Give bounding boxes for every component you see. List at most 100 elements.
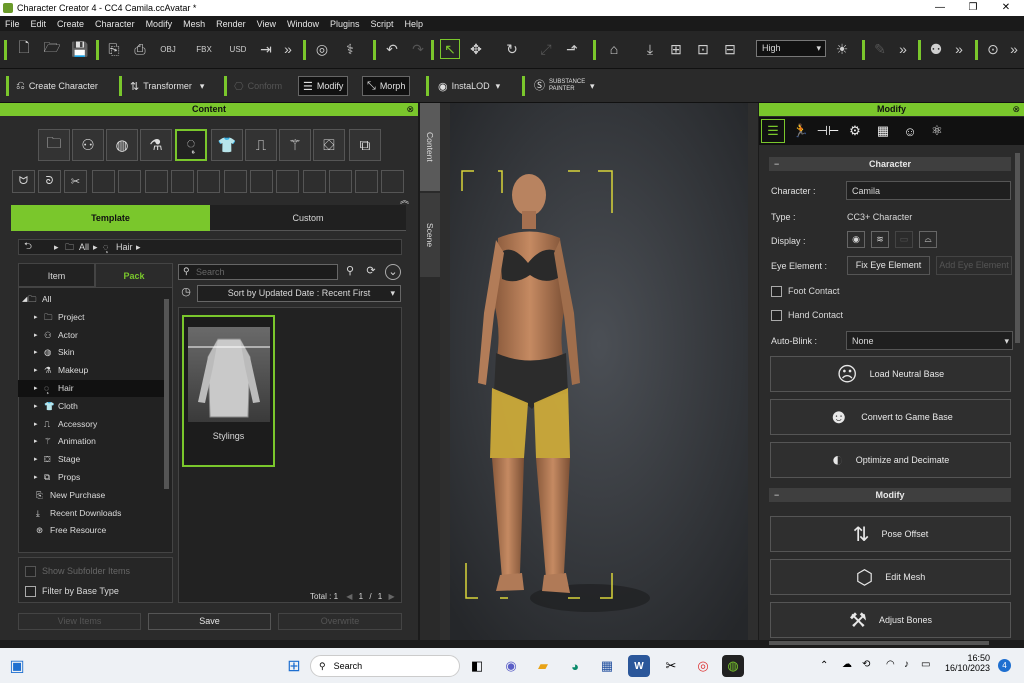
expand-arrow-icon[interactable]: ▸: [34, 398, 38, 415]
display-eye-icon[interactable]: ◉: [847, 231, 865, 248]
floor-icon[interactable]: ⤓: [640, 39, 660, 59]
adjust-bones-button[interactable]: ⚒ Adjust Bones: [770, 602, 1011, 638]
more-icon[interactable]: »: [949, 39, 969, 59]
search-input[interactable]: ⚲ Search: [178, 264, 338, 280]
appearance-icon[interactable]: ⚙: [843, 119, 867, 143]
expand-arrow-icon[interactable]: ▸: [34, 380, 38, 397]
expand-arrow-icon[interactable]: ▸: [34, 469, 38, 486]
chat-icon[interactable]: ◉: [500, 655, 522, 677]
edge-icon[interactable]: ◕: [564, 655, 586, 677]
hair-category-icon[interactable]: ᭬: [175, 129, 207, 161]
move-icon[interactable]: ✥: [466, 39, 486, 59]
show-subfolder-checkbox[interactable]: [25, 566, 36, 577]
modify-hscrollbar[interactable]: [769, 641, 989, 645]
tree-item-new-purchase[interactable]: ⎘ New Purchase: [18, 487, 168, 504]
skin-category-icon[interactable]: ◍: [106, 129, 138, 161]
next-page-icon[interactable]: ▶: [388, 592, 394, 601]
empty-slot[interactable]: [381, 170, 404, 193]
menu-render[interactable]: Render: [211, 19, 252, 29]
maximize-button[interactable]: ❐: [957, 0, 989, 16]
expand-arrow-icon[interactable]: ▸: [34, 433, 38, 450]
view-items-button[interactable]: View Items: [18, 613, 141, 630]
hand-contact-checkbox[interactable]: [771, 310, 782, 321]
props-category-icon[interactable]: ⧉: [349, 129, 381, 161]
head-icon[interactable]: ☺: [898, 119, 922, 143]
material-checker-icon[interactable]: ▦: [871, 119, 895, 143]
foot-contact-checkbox[interactable]: [771, 286, 782, 297]
tree-item-stage[interactable]: ▸ ⛋ Stage: [18, 451, 168, 468]
display-wire-icon[interactable]: ▭: [895, 231, 913, 248]
import-icon[interactable]: ⎘: [104, 39, 124, 59]
menu-edit[interactable]: Edit: [26, 19, 53, 29]
fix-eye-element-button[interactable]: Fix Eye Element: [847, 256, 930, 275]
volume-icon[interactable]: ♪: [904, 659, 909, 670]
overwrite-button[interactable]: Overwrite: [278, 613, 402, 630]
battery-icon[interactable]: ▭: [921, 659, 930, 670]
render-icon[interactable]: ◎: [312, 39, 332, 59]
fit-icon[interactable]: ⊟: [720, 39, 740, 59]
menu-create[interactable]: Create: [52, 19, 90, 29]
tab-scene-side[interactable]: Scene: [420, 193, 440, 277]
auto-blink-dropdown[interactable]: None ▾: [846, 331, 1013, 350]
expand-arrow-icon[interactable]: ▸: [34, 327, 38, 344]
hair-sub-icon[interactable]: ᗢ: [12, 170, 35, 193]
widgets-icon[interactable]: ▣: [6, 655, 28, 677]
actor-category-icon[interactable]: ⚇: [72, 129, 104, 161]
new-file-icon[interactable]: 🗋: [14, 39, 34, 59]
sync-icon[interactable]: ⟲: [862, 659, 870, 670]
save-icon[interactable]: 💾: [70, 39, 90, 59]
tree-item-free-resource[interactable]: ⊛ Free Resource: [18, 522, 168, 539]
tree-item-actor[interactable]: ▸ ⚇ Actor: [18, 327, 168, 344]
more-icon[interactable]: »: [893, 39, 913, 59]
expand-arrow-icon[interactable]: ▸: [34, 416, 38, 433]
physics-atom-icon[interactable]: ⚛: [925, 119, 949, 143]
hair-style-icon[interactable]: ᘐ: [38, 170, 61, 193]
more-icon[interactable]: »: [278, 39, 298, 59]
menu-view[interactable]: View: [252, 19, 282, 29]
tab-content-side[interactable]: Content: [420, 103, 440, 191]
pose-icon[interactable]: ⚉: [926, 39, 946, 59]
frame-icon[interactable]: ⊞: [666, 39, 686, 59]
sort-dropdown[interactable]: Sort by Updated Date : Recent First ▾: [197, 285, 401, 302]
pivot-icon[interactable]: ⬏: [562, 39, 582, 59]
task-view-icon[interactable]: ◧: [466, 655, 488, 677]
taskbar-search[interactable]: ⚲ Search: [310, 655, 460, 677]
edit-mesh-button[interactable]: ⬡ Edit Mesh: [770, 559, 1011, 595]
expand-arrow-icon[interactable]: ▸: [34, 344, 38, 361]
filter-base-type-checkbox[interactable]: [25, 586, 36, 597]
back-icon[interactable]: ⮌: [24, 240, 32, 254]
pose-icon[interactable]: 🏃: [789, 119, 813, 143]
save-button[interactable]: Save: [148, 613, 271, 630]
display-mesh-icon[interactable]: ≋: [871, 231, 889, 248]
empty-slot[interactable]: [303, 170, 326, 193]
usd-icon[interactable]: USD: [228, 39, 248, 59]
minimize-button[interactable]: —: [924, 0, 956, 16]
empty-slot[interactable]: [118, 170, 141, 193]
cloth-category-icon[interactable]: 👕: [211, 129, 243, 161]
chevron-up-icon[interactable]: ⌃: [820, 660, 828, 671]
windows-start-icon[interactable]: ⊞: [283, 655, 305, 677]
obj-icon[interactable]: OBJ: [158, 39, 178, 59]
empty-slot[interactable]: [276, 170, 299, 193]
menu-file[interactable]: File: [0, 19, 26, 29]
empty-slot[interactable]: [329, 170, 352, 193]
modify-scrollbar[interactable]: [1015, 153, 1020, 343]
expand-arrow-icon[interactable]: ▸: [34, 309, 38, 326]
empty-slot[interactable]: [197, 170, 220, 193]
options-icon[interactable]: ⌄: [385, 264, 401, 280]
character-section-header[interactable]: − Character: [769, 157, 1011, 171]
instalod-button[interactable]: ◉ InstaLOD ▾: [438, 76, 500, 96]
tree-item-cloth[interactable]: ▸ 👕 Cloth: [18, 398, 168, 415]
empty-slot[interactable]: [145, 170, 168, 193]
tree-item-recent-downloads[interactable]: ⤓ Recent Downloads: [18, 505, 168, 522]
character-creator-taskbar-icon[interactable]: ◍: [722, 655, 744, 677]
prev-page-icon[interactable]: ◀: [346, 592, 352, 601]
pose-offset-button[interactable]: ⇅ Pose Offset: [770, 516, 1011, 552]
sliders-icon[interactable]: ☰: [761, 119, 785, 143]
light-icon[interactable]: ☀: [832, 39, 852, 59]
animation-category-icon[interactable]: ⚚: [279, 129, 311, 161]
refresh-icon[interactable]: ⟳: [363, 264, 379, 280]
word-icon[interactable]: W: [628, 655, 650, 677]
character-name-field[interactable]: Camila: [846, 181, 1011, 200]
accessory-category-icon[interactable]: ⎍: [245, 129, 277, 161]
